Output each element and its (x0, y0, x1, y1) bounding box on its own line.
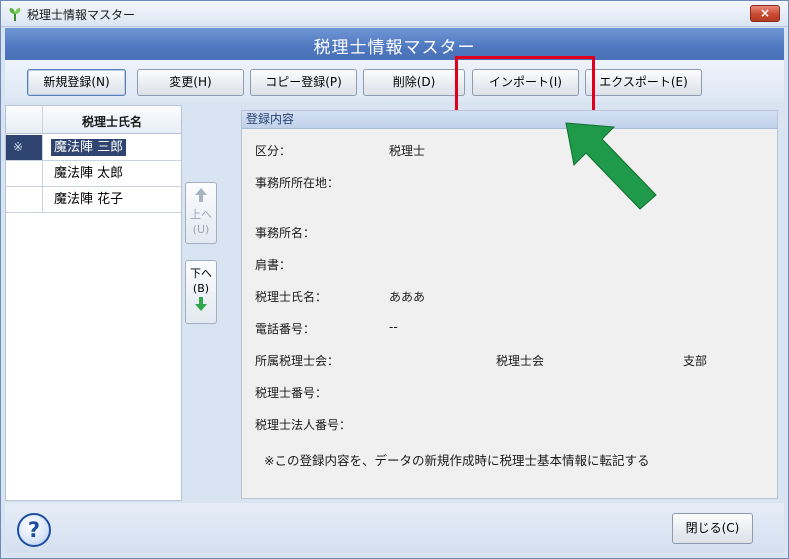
close-button[interactable]: 閉じる(C) (672, 513, 753, 544)
office-label: 事務所名： (255, 226, 316, 240)
list-item[interactable]: 魔法陣 太郎 (6, 161, 181, 187)
association-value: 税理士会 (496, 354, 545, 368)
app-window: 税理士情報マスター × 税理士情報マスター 新規登録(N) 変更(H) コピー登… (0, 0, 789, 559)
row-name: 魔法陣 花子 (54, 192, 124, 207)
details-panel: 登録内容 区分： 税理士 事務所所在地： 事務所名： 肩書： 税理士氏名： ああ… (241, 110, 778, 499)
accountant-number-label: 税理士番号： (255, 386, 328, 400)
transfer-note: ※この登録内容を、データの新規作成時に税理士基本情報に転記する (264, 453, 650, 468)
tax-accountant-list: 税理士氏名 ※ 魔法陣 三郎 魔法陣 太郎 魔法陣 花子 (5, 105, 182, 501)
kubun-label: 区分： (255, 144, 292, 158)
header-band: 税理士情報マスター (5, 28, 784, 60)
app-icon (9, 8, 21, 21)
move-up-label: 上へ (190, 208, 212, 221)
branch-value: 支部 (683, 354, 708, 368)
delete-button[interactable]: 削除(D) (363, 69, 465, 96)
list-header-label: 税理士氏名 (81, 115, 142, 129)
move-down-button[interactable]: 下へ (B) (185, 260, 217, 324)
move-up-shortcut: (U) (192, 223, 210, 236)
row-mark (6, 187, 43, 212)
list-item[interactable]: 魔法陣 花子 (6, 187, 181, 213)
move-down-shortcut: (B) (192, 282, 210, 295)
list-header-gutter (6, 106, 43, 134)
window-title: 税理士情報マスター (27, 8, 136, 22)
kubun-value: 税理士 (389, 144, 426, 158)
page-title: 税理士情報マスター (313, 38, 476, 58)
arrow-up-icon (195, 188, 207, 202)
phone-value: -- (389, 320, 398, 334)
row-name: 魔法陣 太郎 (54, 166, 124, 181)
edit-button[interactable]: 変更(H) (137, 69, 244, 96)
row-mark: ※ (6, 135, 43, 160)
move-down-label: 下へ (190, 267, 212, 280)
title-bar: 税理士情報マスター × (1, 1, 788, 27)
address-label: 事務所所在地： (255, 176, 340, 190)
bottom-bar: ? 閉じる(C) (5, 503, 784, 553)
new-register-button[interactable]: 新規登録(N) (27, 69, 126, 96)
copy-register-button[interactable]: コピー登録(P) (250, 69, 357, 96)
list-header: 税理士氏名 (6, 106, 181, 134)
export-button[interactable]: エクスポート(E) (585, 69, 702, 96)
green-pointer-arrow-icon (565, 122, 657, 210)
accountant-name-label: 税理士氏名： (255, 290, 328, 304)
title-label: 肩書： (255, 258, 292, 272)
move-up-button[interactable]: 上へ (U) (185, 182, 217, 244)
row-name: 魔法陣 三郎 (51, 139, 127, 156)
import-highlight-box (455, 56, 595, 116)
help-button[interactable]: ? (17, 513, 51, 547)
phone-label: 電話番号： (255, 322, 316, 336)
arrow-down-icon (195, 297, 207, 311)
accountant-name-value: あああ (389, 290, 426, 304)
corporate-number-label: 税理士法人番号： (255, 418, 352, 432)
association-label: 所属税理士会： (255, 354, 340, 368)
toolbar: 新規登録(N) 変更(H) コピー登録(P) 削除(D) インポート(I) エク… (5, 60, 784, 102)
row-mark (6, 161, 43, 186)
window-close-button[interactable]: × (750, 5, 780, 22)
list-item-selected[interactable]: ※ 魔法陣 三郎 (6, 135, 181, 161)
details-header: 登録内容 (242, 111, 777, 129)
